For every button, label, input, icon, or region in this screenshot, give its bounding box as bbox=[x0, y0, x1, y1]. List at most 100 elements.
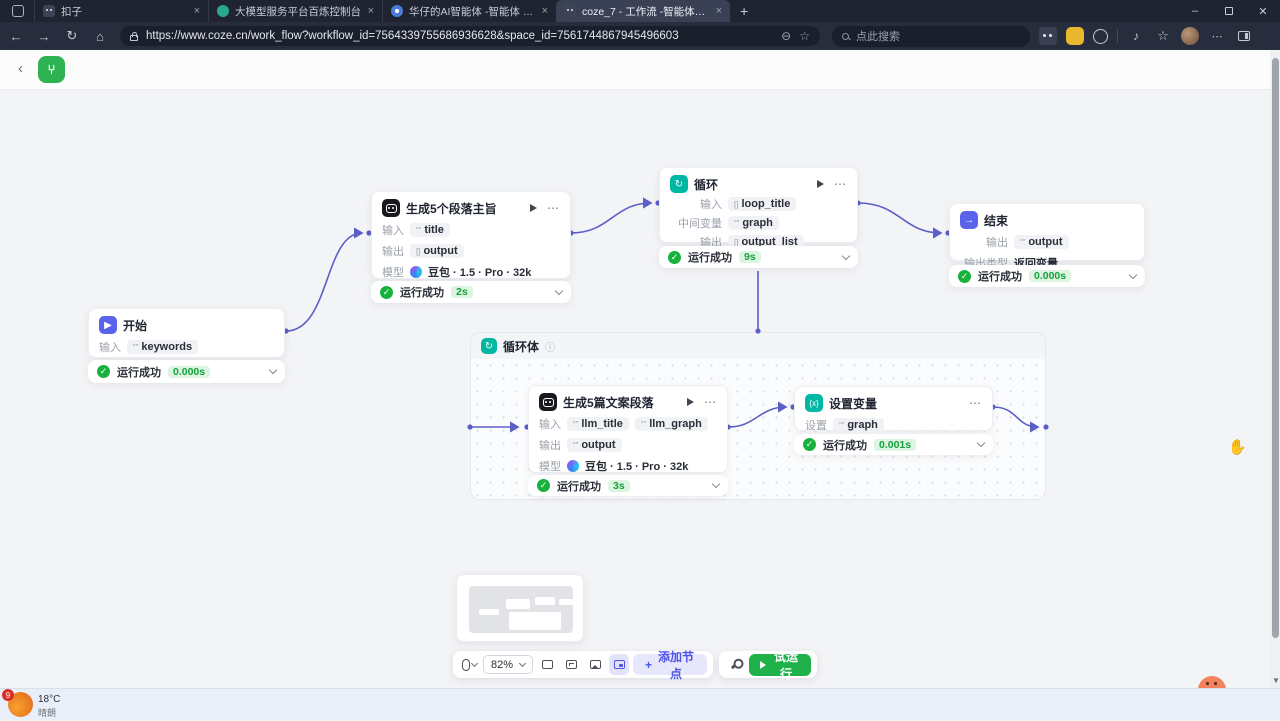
export-image-button[interactable] bbox=[585, 654, 605, 675]
status-time: 0.000s bbox=[168, 366, 210, 378]
chevron-down-icon[interactable] bbox=[842, 251, 850, 259]
model-name: 豆包 · 1.5 · Pro · 32k bbox=[428, 264, 531, 280]
extension-icon[interactable] bbox=[1039, 27, 1057, 45]
window-restore-button[interactable] bbox=[1212, 0, 1246, 22]
tab-close-icon[interactable]: × bbox=[194, 5, 200, 17]
success-check-icon: ✓ bbox=[958, 270, 971, 283]
more-icon[interactable]: ⋯ bbox=[969, 401, 982, 406]
node-header: ▶ 开始 bbox=[99, 316, 274, 334]
zoom-level-select[interactable]: 82% bbox=[483, 655, 533, 674]
new-tab-button[interactable]: + bbox=[740, 3, 748, 19]
test-run-button[interactable]: 试运行 bbox=[749, 654, 811, 676]
node-loop[interactable]: ↻ 循环 ⋯ 输入 []loop_title 中间变量 “”graph 输出 [… bbox=[659, 167, 858, 243]
sidebar-panel-icon[interactable] bbox=[1235, 27, 1253, 45]
debug-tool-button[interactable] bbox=[725, 654, 745, 675]
chevron-down-icon[interactable] bbox=[269, 366, 277, 374]
tab-bailian-console[interactable]: 大模型服务平台百炼控制台 × bbox=[208, 0, 382, 22]
param-chip[interactable]: “”llm_graph bbox=[635, 417, 708, 431]
url-text[interactable]: https://www.coze.cn/work_flow?workflow_i… bbox=[146, 30, 773, 42]
music-icon[interactable]: ♪ bbox=[1127, 27, 1145, 45]
chevron-down-icon[interactable] bbox=[977, 439, 985, 447]
more-icon[interactable]: ⋯ bbox=[834, 182, 847, 187]
weather-widget[interactable]: 9 18°C 晴朗 bbox=[0, 689, 90, 721]
chevron-down-icon[interactable] bbox=[1129, 270, 1137, 278]
loop-icon: ↻ bbox=[670, 175, 688, 193]
node-actions: ⋯ bbox=[530, 204, 560, 212]
chevron-down-icon[interactable] bbox=[555, 286, 563, 294]
tab-kouzi[interactable]: 扣子 × bbox=[34, 0, 208, 22]
scrollbar-thumb[interactable] bbox=[1272, 58, 1279, 638]
quick-search-box[interactable]: 点此搜索 bbox=[832, 26, 1030, 47]
coze-favicon bbox=[43, 5, 55, 17]
tab-group-icon[interactable] bbox=[12, 5, 24, 17]
address-bar[interactable]: https://www.coze.cn/work_flow?workflow_i… bbox=[120, 26, 820, 46]
row-label: 输出 bbox=[539, 437, 561, 453]
browser-toolbar: ← → ↻ ⌂ https://www.coze.cn/work_flow?wo… bbox=[0, 22, 1280, 50]
play-icon[interactable] bbox=[817, 180, 824, 188]
node-llm-paragraphs-status[interactable]: ✓ 运行成功 3s bbox=[528, 475, 728, 496]
browser-tab-strip: 扣子 × 大模型服务平台百炼控制台 × 华仔的AI智能体 -智能体 - 扣子 ×… bbox=[0, 0, 1280, 22]
play-icon[interactable] bbox=[530, 204, 537, 212]
zoom-out-icon[interactable]: ⊖ bbox=[781, 29, 791, 43]
home-icon[interactable]: ⌂ bbox=[88, 25, 112, 47]
comment-button[interactable] bbox=[537, 654, 557, 675]
node-loop-status[interactable]: ✓ 运行成功 9s bbox=[659, 246, 858, 268]
page-scrollbar[interactable]: ▼ bbox=[1270, 50, 1280, 688]
param-chip[interactable]: “”output bbox=[567, 438, 622, 452]
success-check-icon: ✓ bbox=[668, 251, 681, 264]
tab-close-icon[interactable]: × bbox=[368, 5, 374, 17]
intermediate-row: 中间变量 “”graph bbox=[670, 215, 847, 231]
favorites-icon[interactable]: ☆ bbox=[1154, 27, 1172, 45]
back-icon[interactable]: ← bbox=[4, 25, 28, 47]
auto-layout-button[interactable] bbox=[561, 654, 581, 675]
extension-circle-icon[interactable] bbox=[1093, 29, 1108, 44]
param-chip[interactable]: “”graph bbox=[728, 216, 779, 230]
param-chip[interactable]: “”keywords bbox=[127, 340, 198, 354]
avatar[interactable] bbox=[1181, 27, 1199, 45]
window-close-button[interactable]: ✕ bbox=[1246, 0, 1280, 22]
param-chip[interactable]: []output bbox=[410, 244, 464, 258]
workflow-canvas[interactable]: ↻ 循环体 ⓘ bbox=[0, 90, 1280, 688]
node-end[interactable]: → 结束 输出 “”output 输出类型 返回变量 bbox=[949, 203, 1145, 261]
tab-close-icon[interactable]: × bbox=[716, 5, 722, 17]
param-chip[interactable]: “”llm_title bbox=[567, 417, 629, 431]
bookmark-star-icon[interactable]: ☆ bbox=[799, 29, 810, 43]
back-chevron-icon[interactable]: ‹ bbox=[18, 60, 23, 77]
pointer-mode-button[interactable] bbox=[459, 654, 479, 675]
scroll-down-arrow-icon[interactable]: ▼ bbox=[1272, 676, 1280, 685]
add-node-label: 添加节点 bbox=[657, 648, 695, 682]
param-name: output bbox=[581, 439, 615, 451]
param-chip[interactable]: “”output bbox=[1014, 235, 1069, 249]
minimap-toggle-button[interactable] bbox=[609, 654, 629, 675]
more-icon[interactable]: ⋯ bbox=[547, 206, 560, 211]
play-icon[interactable] bbox=[687, 398, 694, 406]
param-chip[interactable]: “”graph bbox=[833, 418, 884, 432]
tab-coze7-workflow[interactable]: coze_7 - 工作流 -智能体平台 × bbox=[556, 0, 730, 22]
add-node-button[interactable]: +添加节点 bbox=[633, 654, 707, 675]
tab-close-icon[interactable]: × bbox=[542, 5, 548, 17]
weather-text: 晴朗 bbox=[38, 706, 56, 719]
more-menu-icon[interactable]: ⋯ bbox=[1208, 27, 1226, 45]
chevron-down-icon[interactable] bbox=[712, 480, 720, 488]
node-llm-paragraphs[interactable]: 生成5篇文案段落 ⋯ 输入 “”llm_title “”llm_graph 输出… bbox=[528, 385, 728, 473]
window-minimize-button[interactable]: – bbox=[1178, 0, 1212, 22]
tab-agent[interactable]: 华仔的AI智能体 -智能体 - 扣子 × bbox=[382, 0, 556, 22]
minimap[interactable] bbox=[456, 574, 584, 642]
param-chip[interactable]: “”title bbox=[410, 223, 450, 237]
node-start[interactable]: ▶ 开始 输入 “”keywords bbox=[88, 308, 285, 358]
plus-icon: + bbox=[645, 658, 652, 672]
node-set-variable[interactable]: {x} 设置变量 ⋯ 设置 “”graph bbox=[794, 386, 993, 431]
node-start-status[interactable]: ✓ 运行成功 0.000s bbox=[88, 360, 285, 383]
more-icon[interactable]: ⋯ bbox=[704, 400, 717, 405]
end-icon: → bbox=[960, 211, 978, 229]
param-name: graph bbox=[847, 419, 878, 431]
forward-icon[interactable]: → bbox=[32, 25, 56, 47]
node-set-variable-status[interactable]: ✓ 运行成功 0.001s bbox=[794, 434, 993, 455]
reload-icon[interactable]: ↻ bbox=[60, 25, 84, 47]
node-end-status[interactable]: ✓ 运行成功 0.000s bbox=[949, 265, 1145, 287]
node-llm-titles[interactable]: 生成5个段落主旨 ⋯ 输入 “”title 输出 []output 模型 豆包 … bbox=[371, 191, 571, 279]
extension-thunder-icon[interactable] bbox=[1066, 27, 1084, 45]
param-chip[interactable]: []loop_title bbox=[728, 197, 796, 211]
node-llm-titles-status[interactable]: ✓ 运行成功 2s bbox=[371, 281, 571, 303]
type-string-icon: “” bbox=[133, 343, 138, 352]
